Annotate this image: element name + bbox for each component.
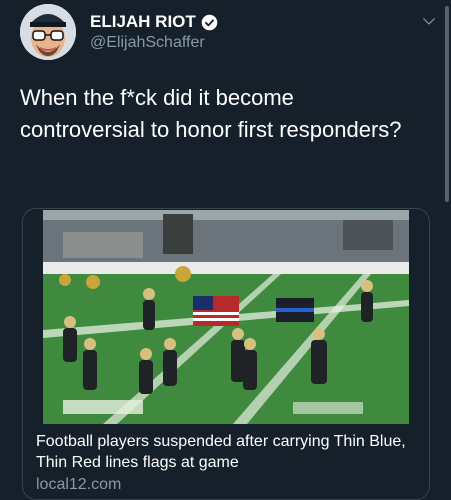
display-name[interactable]: ELIJAH RIOT [90, 12, 196, 32]
card-body: Football players suspended after carryin… [36, 431, 416, 495]
user-handle[interactable]: @ElijahSchaffer [90, 34, 205, 52]
scrollbar[interactable] [445, 6, 449, 202]
verified-badge-icon [201, 14, 218, 30]
tweet-text: When the f*ck did it become controversia… [20, 85, 402, 142]
link-card[interactable]: Football players suspended after carryin… [22, 208, 430, 500]
tweet-header: ELIJAH RIOT @ElijahSchaffer [20, 4, 440, 60]
card-image [43, 210, 409, 424]
avatar[interactable] [20, 4, 76, 60]
card-domain: local12.com [36, 476, 122, 493]
chevron-down-icon[interactable] [420, 12, 438, 30]
card-title: Football players suspended after carryin… [36, 433, 406, 471]
name-row: ELIJAH RIOT [90, 12, 218, 32]
